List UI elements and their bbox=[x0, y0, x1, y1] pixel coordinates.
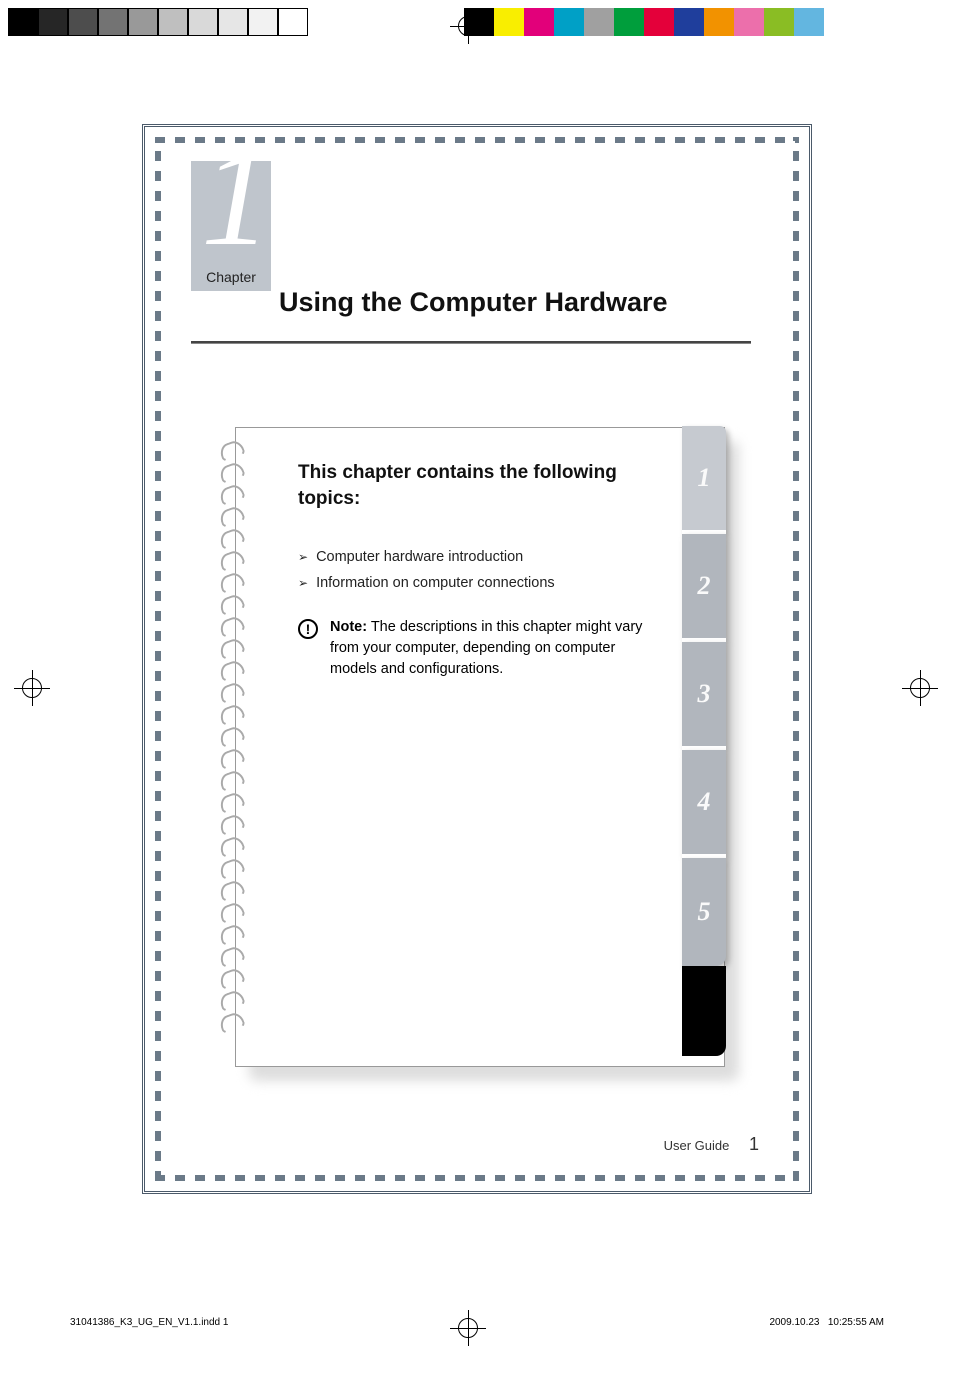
registration-mark-left bbox=[14, 670, 50, 706]
page-number: 1 bbox=[749, 1134, 759, 1154]
swatch bbox=[614, 8, 644, 36]
section-tab-2: 2 bbox=[682, 534, 726, 642]
swatch bbox=[158, 8, 188, 36]
section-tab-4: 4 bbox=[682, 750, 726, 858]
chapter-label: Chapter bbox=[191, 269, 271, 285]
slug-datetime: 2009.10.23 10:25:55 AM bbox=[769, 1317, 884, 1328]
swatch bbox=[248, 8, 278, 36]
topic-item: Information on computer connections bbox=[298, 575, 724, 591]
spiral-binding bbox=[220, 442, 244, 1032]
section-tabs: 12345 bbox=[682, 426, 726, 1056]
note-text: Note: The descriptions in this chapter m… bbox=[330, 617, 648, 680]
registration-mark-right bbox=[902, 670, 938, 706]
swatch bbox=[734, 8, 764, 36]
page-footer: User Guide 1 bbox=[664, 1134, 759, 1155]
swatch bbox=[38, 8, 68, 36]
registration-mark-bottom bbox=[450, 1310, 486, 1346]
swatch bbox=[704, 8, 734, 36]
swatch bbox=[68, 8, 98, 36]
note-label: Note: bbox=[330, 619, 367, 635]
page: 1 Chapter Using the Computer Hardware 12… bbox=[142, 124, 812, 1194]
warning-icon: ! bbox=[298, 619, 318, 639]
chapter-badge: 1 Chapter bbox=[191, 161, 271, 291]
swatch bbox=[98, 8, 128, 36]
section-tab-1: 1 bbox=[682, 426, 726, 534]
tab-spine bbox=[682, 966, 726, 1056]
grayscale-swatches bbox=[8, 8, 308, 36]
chapter-title: Using the Computer Hardware bbox=[279, 287, 668, 318]
swatch bbox=[644, 8, 674, 36]
footer-label: User Guide bbox=[664, 1138, 730, 1153]
swatch bbox=[794, 8, 824, 36]
print-slug: 31041386_K3_UG_EN_V1.1.indd 1 2009.10.23… bbox=[70, 1317, 884, 1328]
note-body: The descriptions in this chapter might v… bbox=[330, 619, 642, 677]
topics-list: Computer hardware introduction Informatio… bbox=[298, 549, 724, 591]
color-swatches bbox=[464, 8, 824, 36]
swatch bbox=[218, 8, 248, 36]
swatch bbox=[494, 8, 524, 36]
registration-mark-top bbox=[450, 8, 486, 44]
swatch bbox=[674, 8, 704, 36]
slug-filename: 31041386_K3_UG_EN_V1.1.indd 1 bbox=[70, 1317, 228, 1328]
topics-heading: This chapter contains the following topi… bbox=[298, 460, 618, 511]
swatch bbox=[524, 8, 554, 36]
section-tab-5: 5 bbox=[682, 858, 726, 966]
topic-item: Computer hardware introduction bbox=[298, 549, 724, 565]
swatch bbox=[278, 8, 308, 36]
swatch bbox=[8, 8, 38, 36]
chapter-number: 1 bbox=[201, 117, 271, 278]
topics-notebook: 12345 This chapter contains the followin… bbox=[235, 427, 725, 1067]
swatch bbox=[554, 8, 584, 36]
section-tab-3: 3 bbox=[682, 642, 726, 750]
title-divider bbox=[191, 341, 751, 344]
decorative-frame: 1 Chapter Using the Computer Hardware 12… bbox=[155, 137, 799, 1181]
note-callout: ! Note: The descriptions in this chapter… bbox=[298, 617, 648, 680]
swatch bbox=[188, 8, 218, 36]
swatch bbox=[128, 8, 158, 36]
swatch bbox=[764, 8, 794, 36]
swatch bbox=[584, 8, 614, 36]
